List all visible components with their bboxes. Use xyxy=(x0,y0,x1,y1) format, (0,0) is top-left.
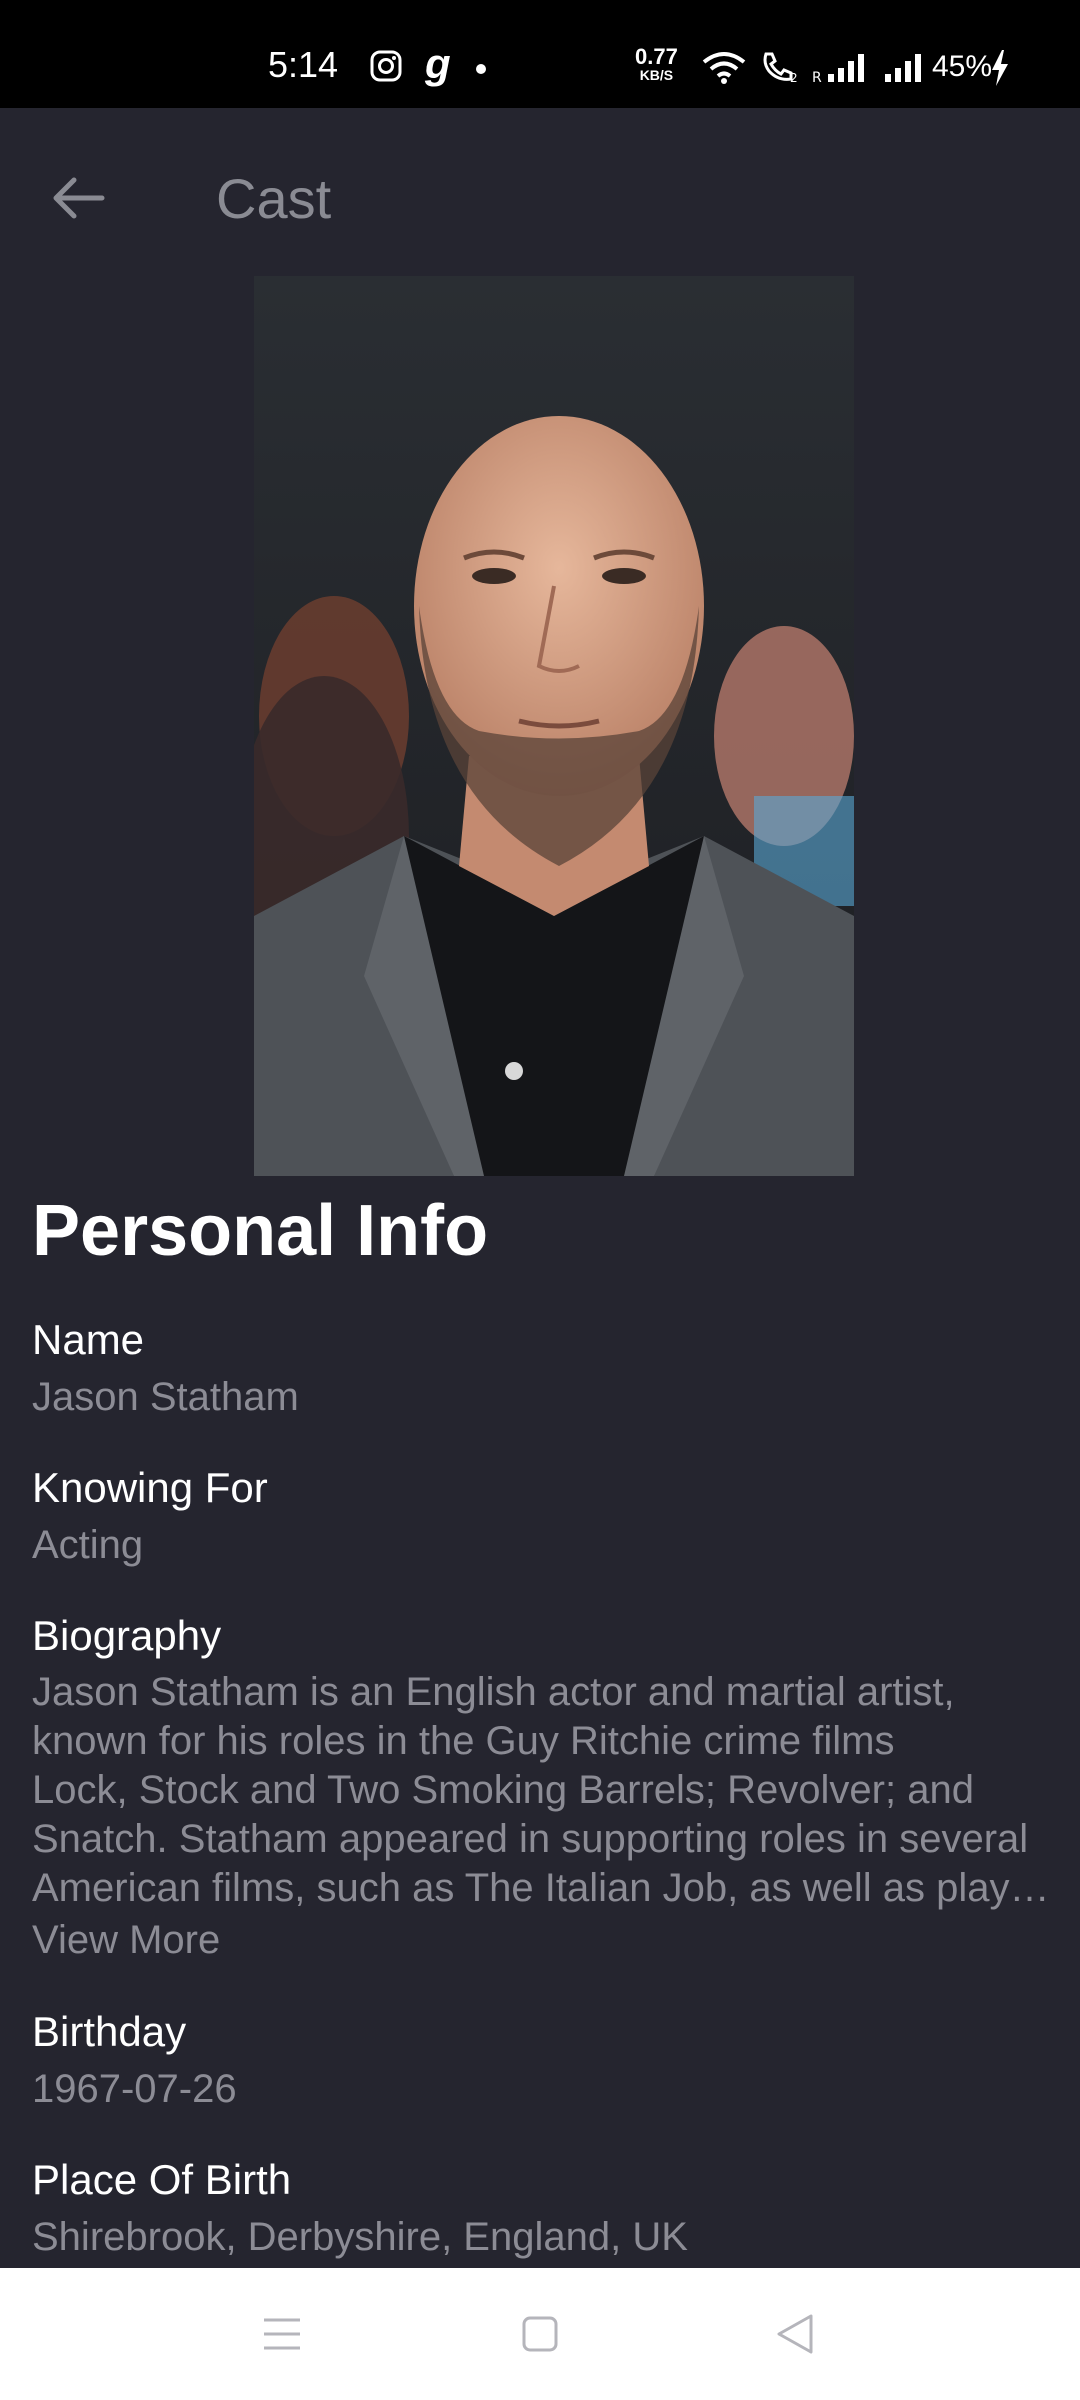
system-navigation-bar xyxy=(0,2268,1080,2400)
known-for-label: Knowing For xyxy=(32,1464,268,1511)
back-button[interactable] xyxy=(40,160,116,236)
home-square-icon xyxy=(522,2316,558,2352)
section-title-personal-info: Personal Info xyxy=(32,1191,489,1271)
profile-photo xyxy=(239,276,854,1176)
home-button[interactable] xyxy=(500,2294,580,2374)
instagram-icon xyxy=(370,50,402,82)
birthday-value: 1967-07-26 xyxy=(32,2067,237,2111)
name-label: Name xyxy=(32,1316,145,1363)
biography-text: Jason Statham is an English actor and ma… xyxy=(32,1668,1072,1913)
known-for-value: Acting xyxy=(32,1523,144,1567)
g-app-icon: g xyxy=(425,40,451,87)
biography-line: Jason Statham is an English actor and ma… xyxy=(32,1670,955,1714)
wifi-icon xyxy=(702,50,746,89)
signal-strength-icon xyxy=(885,52,929,89)
app-bar: Cast xyxy=(0,108,1080,278)
notification-dot-icon xyxy=(476,64,486,74)
biography-line: Lock, Stock and Two Smoking Barrels; Rev… xyxy=(32,1768,974,1812)
name-value: Jason Statham xyxy=(32,1375,299,1419)
svg-text:2: 2 xyxy=(790,71,798,84)
birthday-label: Birthday xyxy=(32,2008,187,2055)
biography-line: Snatch. Statham appeared in supporting r… xyxy=(32,1817,1029,1861)
biography-label: Biography xyxy=(32,1612,222,1659)
place-of-birth-value: Shirebrook, Derbyshire, England, UK xyxy=(32,2215,688,2259)
view-more-link[interactable]: View More xyxy=(32,1918,220,1963)
signal-strength-roaming-icon: R xyxy=(812,52,872,89)
status-bar: 5:14 g 0.77 KB/S 2 R 45% xyxy=(0,0,1080,108)
charging-icon xyxy=(990,50,1010,91)
biography-line: American films, such as The Italian Job,… xyxy=(32,1866,1050,1910)
arrow-left-icon xyxy=(53,177,105,219)
svg-text:R: R xyxy=(812,70,822,84)
menu-icon xyxy=(264,2318,300,2350)
wifi-calling-icon: 2 xyxy=(760,50,802,89)
back-nav-button[interactable] xyxy=(755,2294,835,2374)
page-title: Cast xyxy=(216,167,332,230)
status-time: 5:14 xyxy=(268,44,339,85)
network-speed-unit: KB/S xyxy=(639,67,674,83)
network-speed: 0.77 KB/S xyxy=(635,44,678,83)
back-triangle-icon xyxy=(777,2314,813,2354)
biography-line: known for his roles in the Guy Ritchie c… xyxy=(32,1719,895,1763)
network-speed-value: 0.77 xyxy=(635,44,678,69)
menu-button[interactable] xyxy=(242,2294,322,2374)
battery-percentage: 45% xyxy=(932,50,993,83)
place-of-birth-label: Place Of Birth xyxy=(32,2156,292,2203)
